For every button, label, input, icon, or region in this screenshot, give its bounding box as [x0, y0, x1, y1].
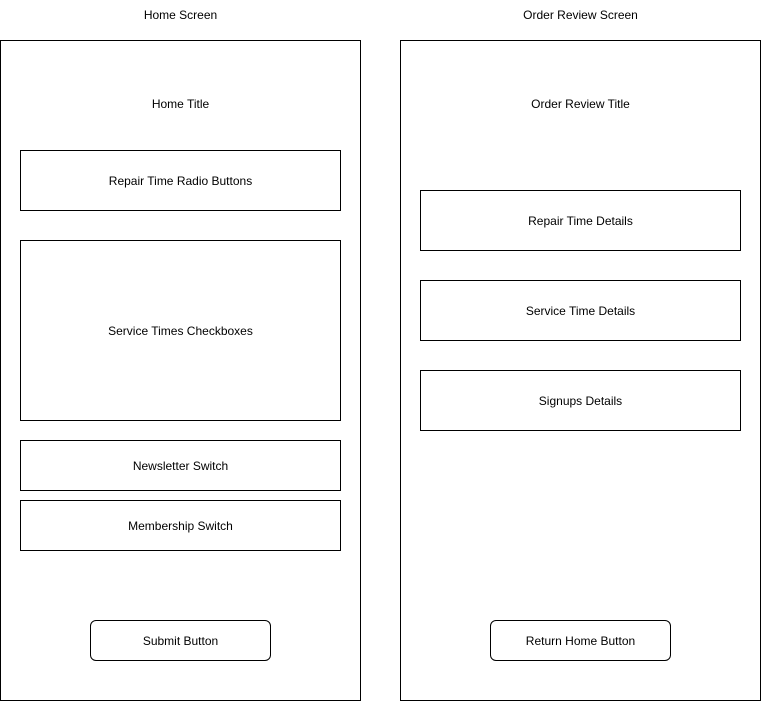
return-home-button: Return Home Button — [490, 620, 671, 661]
signups-details: Signups Details — [420, 370, 741, 431]
home-title: Home Title — [151, 97, 210, 111]
membership-switch: Membership Switch — [20, 500, 341, 551]
submit-button-label: Submit Button — [142, 633, 219, 648]
repair-time-radio-buttons: Repair Time Radio Buttons — [20, 150, 341, 211]
repair-time-details-label: Repair Time Details — [528, 213, 633, 228]
home-screen-caption: Home Screen — [143, 8, 218, 22]
newsletter-switch-label: Newsletter Switch — [132, 458, 229, 473]
return-home-button-label: Return Home Button — [525, 633, 636, 648]
service-time-details: Service Time Details — [420, 280, 741, 341]
repair-time-details: Repair Time Details — [420, 190, 741, 251]
service-times-checkboxes: Service Times Checkboxes — [20, 240, 341, 421]
newsletter-switch: Newsletter Switch — [20, 440, 341, 491]
order-review-screen-caption: Order Review Screen — [523, 8, 638, 22]
membership-switch-label: Membership Switch — [128, 518, 233, 533]
submit-button: Submit Button — [90, 620, 271, 661]
service-times-checkboxes-label: Service Times Checkboxes — [108, 323, 253, 338]
repair-time-radio-buttons-label: Repair Time Radio Buttons — [108, 173, 253, 188]
signups-details-label: Signups Details — [538, 393, 623, 408]
order-review-title: Order Review Title — [531, 97, 630, 111]
service-time-details-label: Service Time Details — [525, 303, 636, 318]
